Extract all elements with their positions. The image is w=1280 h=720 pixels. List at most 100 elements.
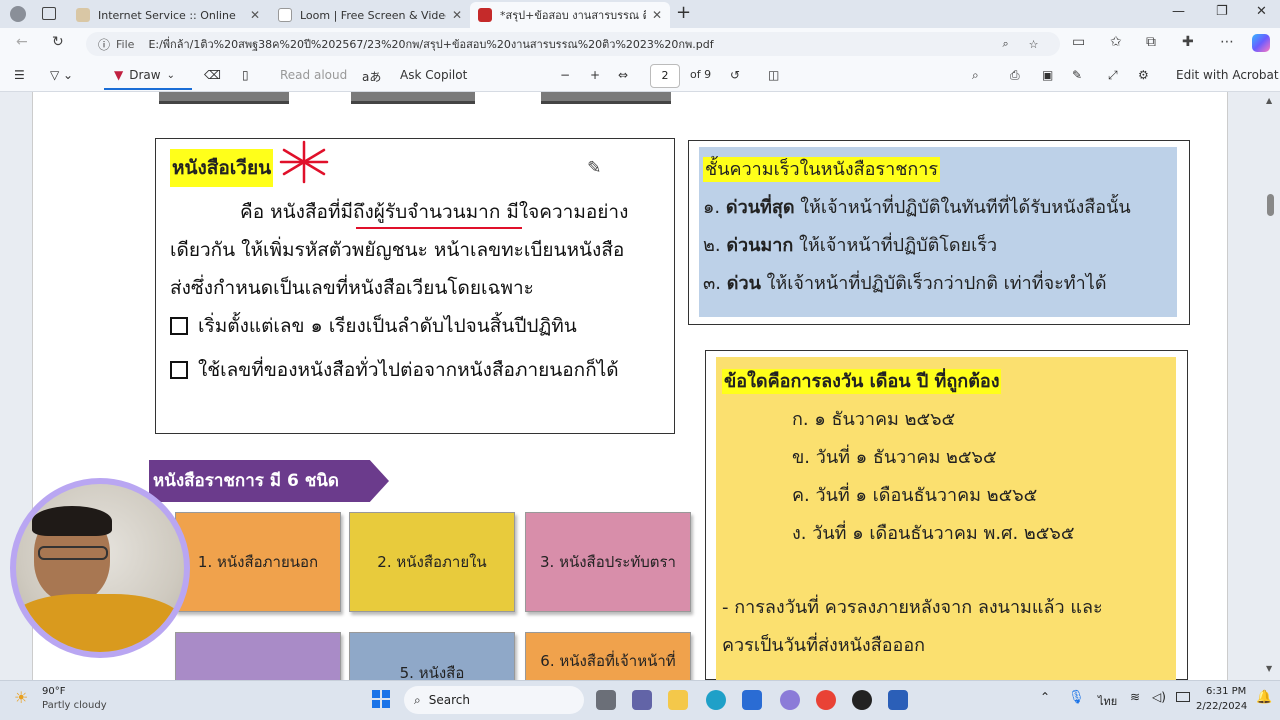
tab-internet-service[interactable]: Internet Service :: Online ✕: [68, 2, 268, 28]
top-image-fragment: [159, 92, 289, 104]
highlight-icon[interactable]: ▽ ⌄: [50, 68, 73, 82]
store-icon[interactable]: [742, 690, 762, 710]
pencil-icon[interactable]: ✎: [587, 158, 601, 178]
copilot-icon[interactable]: [1252, 34, 1270, 52]
teams-icon[interactable]: [632, 690, 652, 710]
close-tab-icon[interactable]: ✕: [250, 8, 260, 22]
wifi-icon[interactable]: ≋: [1130, 690, 1140, 704]
item-bold: ด่วนมาก: [726, 235, 794, 256]
text-options-button[interactable]: aあ: [362, 68, 381, 85]
scrollbar-thumb[interactable]: [1267, 194, 1274, 216]
fit-page-icon[interactable]: ⇔: [618, 68, 628, 82]
page-view-icon[interactable]: ▯: [242, 68, 249, 82]
word-icon[interactable]: [888, 690, 908, 710]
presenter-shirt: [16, 594, 184, 652]
close-window-icon[interactable]: ✕: [1256, 4, 1267, 19]
quiz-note-2: ควรเป็นวันที่ส่งหนังสือออก: [722, 635, 926, 656]
weather-icon: ☀: [14, 688, 29, 707]
circular-letter-box: หนังสือเวียน ✎ คือ หนังสือที่มีถึงผู้รับ…: [155, 138, 675, 434]
split-screen-icon[interactable]: ▭: [1072, 34, 1085, 50]
taskbar-search[interactable]: ⌕ Search: [404, 686, 584, 714]
favorite-star-icon[interactable]: ☆: [1029, 38, 1039, 51]
tab-actions-icon[interactable]: [42, 7, 56, 20]
page-number-input[interactable]: 2: [650, 64, 680, 88]
windows-start-icon[interactable]: [372, 690, 390, 708]
draw-button[interactable]: ▼ Draw ⌄: [104, 62, 192, 90]
item-text: ให้เจ้าหน้าที่ปฏิบัติโดยเร็ว: [793, 235, 998, 256]
vertical-scrollbar[interactable]: ▲ ▼: [1266, 96, 1276, 676]
bullet-text: ใช้เลขที่ของหนังสือทั่วไปต่อจากหนังสือภา…: [198, 359, 619, 381]
zoom-icon[interactable]: ⌕: [1002, 37, 1008, 51]
microphone-icon[interactable]: 🎙: [1068, 690, 1085, 705]
save-icon[interactable]: ▣: [1042, 68, 1053, 82]
maximize-icon[interactable]: ❐: [1216, 4, 1228, 19]
save-as-icon[interactable]: ✎: [1072, 68, 1082, 82]
print-icon[interactable]: ⎙: [1010, 68, 1020, 83]
tile-label: 2. หนังสือภายใน: [377, 553, 487, 571]
speed-title: ชั้นความเร็วในหนังสือราชการ: [703, 157, 941, 182]
file-label: File: [116, 37, 135, 51]
edit-with-acrobat-button[interactable]: Edit with Acrobat: [1176, 68, 1279, 82]
webcam-bubble[interactable]: [10, 478, 190, 658]
task-view-icon[interactable]: [596, 690, 616, 710]
new-tab-icon[interactable]: +: [676, 2, 691, 23]
item-number: ๓.: [703, 273, 722, 294]
eraser-icon[interactable]: ⌫: [204, 68, 221, 82]
type-tile-stamped: 3. หนังสือประทับตรา: [525, 512, 691, 612]
clock-time[interactable]: 6:31 PM: [1206, 686, 1246, 697]
read-aloud-button[interactable]: Read aloud: [280, 68, 347, 82]
draw-label: Draw: [129, 68, 161, 82]
search-label: Search: [428, 693, 470, 707]
refresh-icon[interactable]: ↻: [52, 34, 64, 50]
draw-pen-icon: ▼: [114, 68, 124, 82]
bullet-2: ใช้เลขที่ของหนังสือทั่วไปต่อจากหนังสือภา…: [170, 351, 660, 389]
close-tab-icon[interactable]: ✕: [652, 8, 662, 22]
notification-icon[interactable]: 🔔: [1256, 690, 1272, 705]
contents-icon[interactable]: ☰: [14, 68, 25, 82]
item-number: ๑.: [703, 197, 721, 218]
tile-label: 6. หนังสือที่เจ้าหน้าที่: [540, 652, 676, 670]
back-icon[interactable]: ←: [16, 34, 28, 50]
language-indicator[interactable]: ไทย: [1098, 692, 1117, 710]
menu-icon[interactable]: ⋯: [1220, 34, 1234, 50]
address-bar[interactable]: ⓘ File E:/พี่กล้า/1ติว%20สพฐ38ค%20ปี%202…: [86, 32, 1060, 56]
scroll-down-icon[interactable]: ▼: [1266, 664, 1272, 673]
search-icon[interactable]: ⌕: [972, 68, 979, 83]
profile-icon[interactable]: [10, 6, 26, 22]
tab-pdf[interactable]: *สรุป+ข้อสอบ งานสารบรรณ ติว 23 ก ✕: [470, 2, 670, 28]
zoom-in-icon[interactable]: +: [590, 68, 600, 82]
chrome-icon[interactable]: [816, 690, 836, 710]
minimize-icon[interactable]: —: [1172, 4, 1185, 19]
app-icon[interactable]: [852, 690, 872, 710]
bullet-text: เริ่มตั้งแต่เลข ๑ เรียงเป็นลำดับไปจนสิ้น…: [198, 315, 577, 337]
settings-icon[interactable]: ⚙: [1138, 68, 1149, 82]
page-layout-icon[interactable]: ◫: [768, 68, 779, 82]
extensions-icon[interactable]: ✚: [1182, 34, 1194, 50]
rotate-icon[interactable]: ↺: [730, 68, 740, 82]
speed-item-3: ๓. ด่วน ให้เจ้าหน้าที่ปฏิบัติเร็วกว่าปกต…: [703, 265, 1173, 303]
volume-icon[interactable]: ◁): [1152, 690, 1166, 704]
scroll-up-icon[interactable]: ▲: [1266, 96, 1272, 105]
ask-copilot-button[interactable]: Ask Copilot: [400, 68, 467, 82]
info-icon[interactable]: ⓘ: [98, 36, 110, 53]
collections-icon[interactable]: ⧉: [1146, 34, 1156, 50]
file-explorer-icon[interactable]: [668, 690, 688, 710]
clock-date[interactable]: 2/22/2024: [1196, 701, 1247, 712]
zoom-out-icon[interactable]: −: [560, 68, 570, 82]
favorites-icon[interactable]: ✩: [1110, 34, 1122, 50]
quiz-box: ข้อใดคือการลงวัน เดือน ปี ที่ถูกต้อง ก. …: [705, 350, 1188, 680]
weather-widget[interactable]: ☀ 90°F Partly cloudy: [14, 684, 134, 716]
tab-loom[interactable]: Loom | Free Screen & Video Rec ✕: [270, 2, 470, 28]
edge-icon[interactable]: [706, 690, 726, 710]
tile-label: 3. หนังสือประทับตรา: [540, 553, 676, 571]
tab-favicon: [278, 8, 292, 22]
battery-icon[interactable]: [1176, 692, 1190, 702]
tile-label: 5. หนังสือ: [399, 664, 465, 680]
close-tab-icon[interactable]: ✕: [452, 8, 462, 22]
speed-item-1: ๑. ด่วนที่สุด ให้เจ้าหน้าที่ปฏิบัติในทัน…: [703, 189, 1173, 227]
pdf-page: หนังสือเวียน ✎ คือ หนังสือที่มีถึงผู้รับ…: [32, 92, 1228, 680]
url-text[interactable]: E:/พี่กล้า/1ติว%20สพฐ38ค%20ปี%202567/23%…: [148, 35, 968, 53]
fullscreen-icon[interactable]: ⤢: [1108, 68, 1118, 83]
chevron-up-icon[interactable]: ⌃: [1040, 690, 1050, 704]
settings-app-icon[interactable]: [780, 690, 800, 710]
